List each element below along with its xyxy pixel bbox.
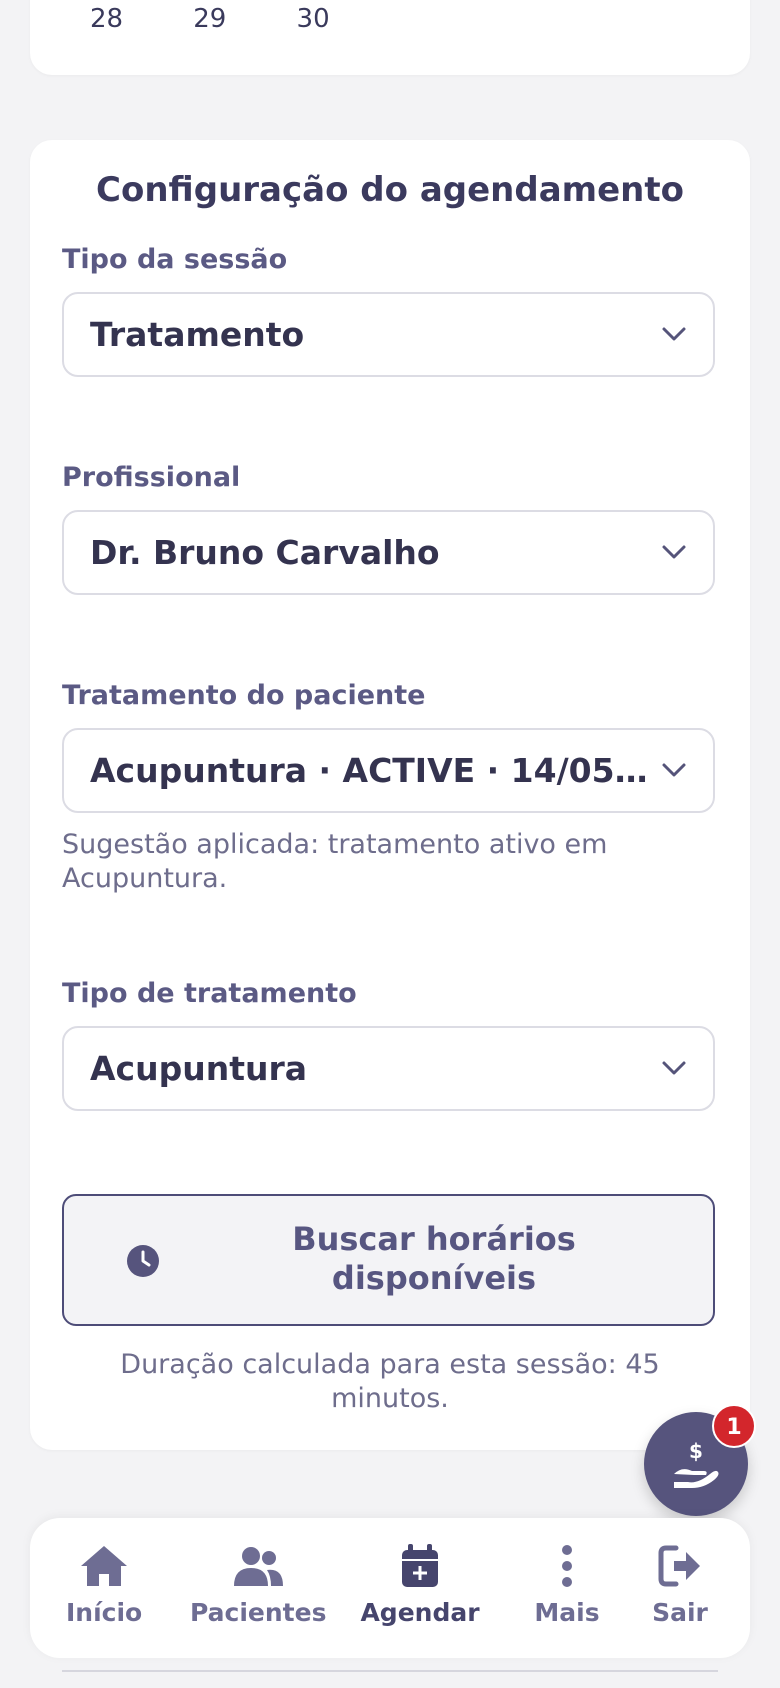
session-type-label: Tipo da sessão <box>62 244 288 275</box>
nav-item-agendar[interactable]: Agendar <box>360 1544 480 1627</box>
chevron-down-icon <box>662 327 686 341</box>
nav-item-pacientes[interactable]: Pacientes <box>190 1544 326 1627</box>
nav-label: Mais <box>534 1598 600 1627</box>
clock-icon <box>127 1245 159 1277</box>
config-title: Configuração do agendamento <box>96 170 684 210</box>
home-icon <box>81 1546 127 1586</box>
calendar-day[interactable]: 29 <box>193 4 288 34</box>
session-type-select[interactable]: Tratamento <box>62 292 715 377</box>
hand-dollar-icon: $ <box>674 1439 719 1488</box>
patient-treatment-select[interactable]: Acupuntura · ACTIVE · 14/05... <box>62 728 715 813</box>
chevron-down-icon <box>662 763 686 777</box>
nav-label: Sair <box>652 1598 708 1627</box>
patient-treatment-label: Tratamento do paciente <box>62 680 426 711</box>
search-button-label-line2: disponíveis <box>331 1259 537 1297</box>
treatment-type-label: Tipo de tratamento <box>62 978 357 1009</box>
nav-label: Pacientes <box>190 1598 327 1627</box>
svg-text:$: $ <box>689 1439 703 1463</box>
chevron-down-icon <box>662 545 686 559</box>
duration-info: Duração calculada para esta sessão: 45 m… <box>120 1349 660 1414</box>
professional-value: Dr. Bruno Carvalho <box>90 533 440 572</box>
search-button-label-line1: Buscar horários <box>292 1220 576 1258</box>
nav-label: Agendar <box>360 1598 480 1627</box>
patient-treatment-value: Acupuntura · ACTIVE · 14/05... <box>90 751 650 790</box>
treatment-type-select[interactable]: Acupuntura <box>62 1026 715 1111</box>
calendar-day[interactable]: 30 <box>297 4 392 34</box>
professional-label: Profissional <box>62 462 241 493</box>
nav-item-sair[interactable]: Sair <box>648 1544 712 1627</box>
more-vertical-icon <box>562 1545 572 1587</box>
calendar-day[interactable]: 28 <box>90 4 185 34</box>
professional-select[interactable]: Dr. Bruno Carvalho <box>62 510 715 595</box>
calendar-days-row: 28 29 30 <box>90 4 392 34</box>
search-button-label: Buscar horários disponíveis <box>224 1220 644 1298</box>
nav-item-mais[interactable]: Mais <box>532 1544 602 1627</box>
notification-badge: 1 <box>712 1404 756 1448</box>
session-type-value: Tratamento <box>90 315 305 354</box>
treatment-suggestion-hint: Sugestão aplicada: tratamento ativo em A… <box>62 829 608 894</box>
scheduling-config-card: Configuração do agendamento Tipo da sess… <box>30 140 750 1450</box>
treatment-type-value: Acupuntura <box>90 1049 308 1088</box>
calendar-plus-icon <box>402 1544 438 1587</box>
logout-icon <box>658 1545 700 1587</box>
nav-item-inicio[interactable]: Início <box>66 1544 142 1627</box>
calendar-card: 28 29 30 <box>30 0 750 75</box>
search-available-times-button[interactable]: Buscar horários disponíveis <box>62 1194 715 1326</box>
bottom-navigation: Início Pacientes Agendar Mais Sair <box>30 1518 750 1658</box>
chevron-down-icon <box>662 1061 686 1075</box>
divider <box>62 1670 718 1672</box>
users-icon <box>234 1547 283 1586</box>
nav-label: Início <box>66 1598 143 1627</box>
